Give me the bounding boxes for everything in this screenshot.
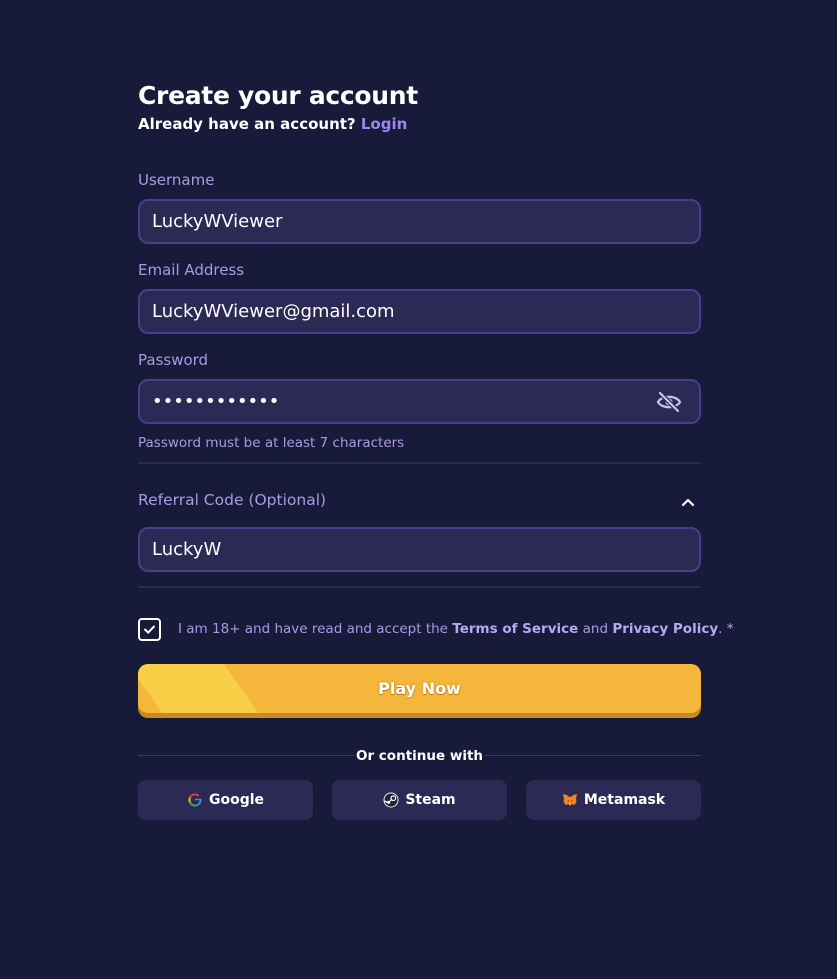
consent-and: and bbox=[582, 621, 609, 637]
eye-off-icon[interactable] bbox=[656, 390, 682, 414]
play-now-button[interactable]: Play Now bbox=[138, 664, 701, 718]
steam-button[interactable]: Steam bbox=[332, 780, 507, 820]
password-input[interactable] bbox=[140, 381, 699, 422]
google-label: Google bbox=[208, 792, 265, 808]
username-label: Username bbox=[138, 171, 215, 189]
metamask-label: Metamask bbox=[583, 792, 666, 808]
metamask-icon bbox=[562, 792, 578, 808]
login-link[interactable]: Login bbox=[361, 115, 407, 133]
check-icon bbox=[144, 625, 155, 634]
metamask-button[interactable]: Metamask bbox=[526, 780, 701, 820]
login-prompt-text: Already have an account? bbox=[138, 115, 356, 133]
referral-toggle[interactable]: Referral Code (Optional) bbox=[138, 489, 701, 511]
password-hint: Password must be at least 7 characters bbox=[138, 435, 405, 451]
referral-field-box bbox=[138, 527, 701, 572]
consent-text-before: I am 18+ and have read and accept the bbox=[178, 621, 448, 637]
google-icon bbox=[187, 792, 203, 808]
consent-text: I am 18+ and have read and accept the Te… bbox=[178, 619, 733, 639]
consent-row: I am 18+ and have read and accept the Te… bbox=[138, 618, 733, 642]
username-input[interactable] bbox=[140, 201, 699, 242]
privacy-link[interactable]: Privacy Policy bbox=[612, 621, 718, 637]
consent-period: . bbox=[718, 621, 723, 637]
social-buttons: Google Steam Metamask bbox=[138, 780, 701, 820]
signup-form: Create your account Already have an acco… bbox=[138, 80, 733, 820]
social-divider: Or continue with bbox=[138, 746, 701, 766]
terms-link[interactable]: Terms of Service bbox=[452, 621, 578, 637]
chevron-up-icon bbox=[681, 493, 695, 507]
required-mark: * bbox=[726, 621, 734, 637]
password-label: Password bbox=[138, 351, 209, 369]
referral-input[interactable] bbox=[140, 529, 699, 570]
google-button[interactable]: Google bbox=[138, 780, 313, 820]
social-divider-text: Or continue with bbox=[355, 748, 484, 764]
play-now-label: Play Now bbox=[378, 679, 461, 698]
email-input[interactable] bbox=[140, 291, 699, 332]
steam-icon bbox=[383, 792, 399, 808]
referral-label: Referral Code (Optional) bbox=[138, 491, 327, 509]
password-field-box bbox=[138, 379, 701, 424]
consent-checkbox[interactable] bbox=[138, 618, 161, 641]
steam-label: Steam bbox=[405, 792, 456, 808]
username-field-box bbox=[138, 199, 701, 244]
page-title: Create your account bbox=[138, 81, 418, 110]
divider bbox=[138, 586, 701, 588]
email-field-box bbox=[138, 289, 701, 334]
divider bbox=[138, 462, 701, 464]
play-now-face: Play Now bbox=[138, 664, 701, 713]
email-label: Email Address bbox=[138, 261, 245, 279]
login-prompt: Already have an account? Login bbox=[138, 113, 701, 135]
